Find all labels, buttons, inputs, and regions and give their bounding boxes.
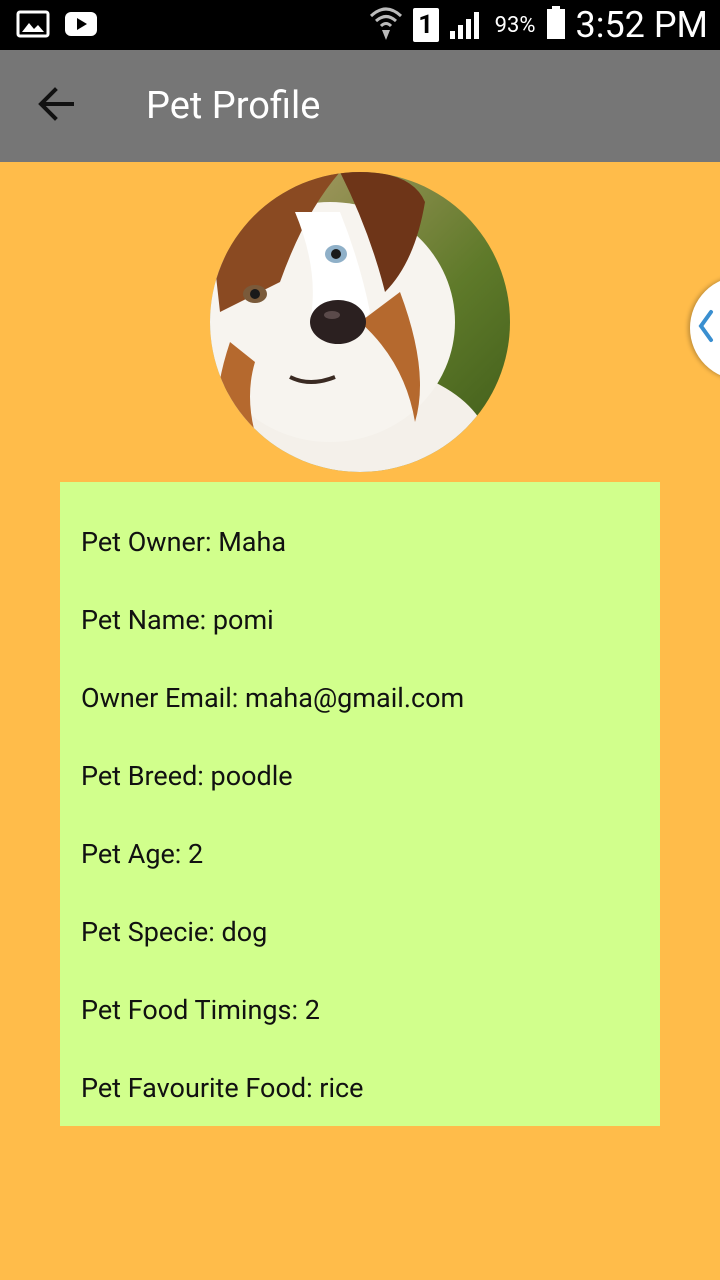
- sim-icon: 1: [412, 8, 439, 42]
- pet-name-text: Pet Name: pomi: [81, 604, 274, 636]
- chevron-left-icon: [698, 309, 714, 347]
- pet-info-card: Pet Owner: Maha Pet Name: pomi Owner Ema…: [60, 482, 660, 1126]
- clock: 3:52 PM: [575, 4, 709, 46]
- image-icon: [16, 9, 50, 43]
- battery-percent: 93%: [494, 12, 536, 38]
- app-toolbar: Pet Profile: [0, 50, 720, 162]
- battery-icon: [546, 6, 566, 44]
- youtube-icon: [64, 9, 98, 43]
- pet-food-timings-text: Pet Food Timings: 2: [81, 994, 320, 1026]
- edge-panel-handle[interactable]: [690, 276, 720, 380]
- pet-favourite-food-text: Pet Favourite Food: rice: [81, 1072, 364, 1104]
- owner-email-text: Owner Email: maha@gmail.com: [81, 682, 465, 714]
- arrow-back-icon: [38, 87, 74, 125]
- back-button[interactable]: [24, 72, 88, 140]
- wifi-icon: [369, 4, 403, 46]
- pet-breed-text: Pet Breed: poodle: [81, 760, 293, 792]
- pet-avatar: [210, 172, 510, 472]
- page-title: Pet Profile: [146, 84, 321, 128]
- sim-slot-label: 1: [418, 10, 434, 40]
- status-bar: 1 93% 3:52 PM: [0, 0, 720, 50]
- signal-icon: [449, 7, 485, 43]
- pet-specie-text: Pet Specie: dog: [81, 916, 268, 948]
- pet-owner-text: Pet Owner: Maha: [81, 526, 287, 558]
- pet-age-text: Pet Age: 2: [81, 838, 204, 870]
